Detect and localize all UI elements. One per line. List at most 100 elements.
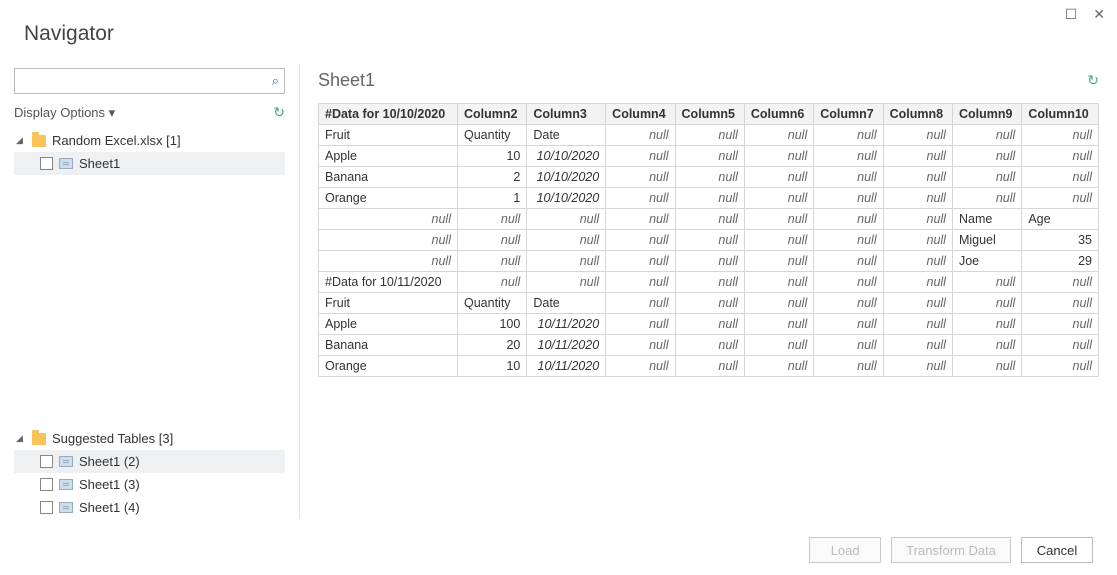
table-cell: 100 [457, 314, 526, 335]
table-cell: null [744, 293, 813, 314]
table-cell: null [814, 209, 883, 230]
display-options-dropdown[interactable]: Display Options ▾ [14, 105, 115, 121]
table-cell: null [814, 125, 883, 146]
table-cell: null [883, 188, 952, 209]
table-cell: null [814, 314, 883, 335]
table-cell: 10 [457, 356, 526, 377]
table-cell: null [883, 251, 952, 272]
table-row[interactable]: Banana2010/11/2020nullnullnullnullnullnu… [319, 335, 1099, 356]
folder-icon [32, 135, 46, 147]
maximize-icon[interactable]: ☐ [1065, 6, 1078, 23]
column-header[interactable]: Column8 [883, 104, 952, 125]
table-cell: null [952, 125, 1021, 146]
column-header[interactable]: Column7 [814, 104, 883, 125]
tree-item-label: Sheet1 [79, 156, 120, 171]
navigator-tree-panel: ⌕ Display Options ▾ ↻ ◢ Random Excel.xls… [0, 64, 300, 519]
tree-item[interactable]: Sheet1 (4) [14, 496, 285, 519]
table-cell: null [1022, 356, 1099, 377]
table-row[interactable]: Apple10010/11/2020nullnullnullnullnullnu… [319, 314, 1099, 335]
transform-data-button[interactable]: Transform Data [891, 537, 1011, 563]
table-cell: null [606, 146, 675, 167]
table-cell: 10/10/2020 [527, 146, 606, 167]
table-cell: null [883, 356, 952, 377]
table-cell: null [952, 335, 1021, 356]
table-row[interactable]: Orange1010/11/2020nullnullnullnullnullnu… [319, 356, 1099, 377]
table-row[interactable]: Orange110/10/2020nullnullnullnullnullnul… [319, 188, 1099, 209]
table-row[interactable]: FruitQuantityDatenullnullnullnullnullnul… [319, 125, 1099, 146]
table-cell: Fruit [319, 125, 458, 146]
table-row[interactable]: nullnullnullnullnullnullnullnullJoe29 [319, 251, 1099, 272]
table-row[interactable]: nullnullnullnullnullnullnullnullMiguel35 [319, 230, 1099, 251]
table-cell: null [952, 272, 1021, 293]
table-cell: null [1022, 272, 1099, 293]
table-cell: 1 [457, 188, 526, 209]
tree-group-file[interactable]: ◢ Random Excel.xlsx [1] [14, 129, 285, 152]
table-cell: null [606, 188, 675, 209]
table-cell: null [744, 335, 813, 356]
table-cell: null [744, 167, 813, 188]
checkbox[interactable] [40, 455, 53, 468]
cancel-button[interactable]: Cancel [1021, 537, 1093, 563]
column-header[interactable]: Column6 [744, 104, 813, 125]
table-cell: null [457, 272, 526, 293]
table-cell: null [675, 335, 744, 356]
table-cell: null [1022, 146, 1099, 167]
table-row[interactable]: Apple1010/10/2020nullnullnullnullnullnul… [319, 146, 1099, 167]
table-cell: null [606, 293, 675, 314]
column-header[interactable]: Column2 [457, 104, 526, 125]
column-header[interactable]: Column5 [675, 104, 744, 125]
table-cell: null [814, 356, 883, 377]
table-icon [59, 479, 73, 490]
column-header[interactable]: Column10 [1022, 104, 1099, 125]
table-cell: null [527, 209, 606, 230]
table-cell: null [883, 146, 952, 167]
table-cell: null [744, 188, 813, 209]
tree-item[interactable]: Sheet1 (3) [14, 473, 285, 496]
table-cell: null [319, 251, 458, 272]
tree-item-label: Sheet1 (3) [79, 477, 140, 492]
column-header[interactable]: #Data for 10/10/2020 [319, 104, 458, 125]
preview-refresh-icon[interactable]: ↻ [1087, 72, 1099, 89]
table-cell: null [952, 188, 1021, 209]
checkbox[interactable] [40, 478, 53, 491]
close-icon[interactable]: ✕ [1093, 6, 1105, 23]
table-row[interactable]: #Data for 10/11/2020nullnullnullnullnull… [319, 272, 1099, 293]
tree-item-label: Sheet1 (4) [79, 500, 140, 515]
table-cell: Orange [319, 188, 458, 209]
table-cell: null [814, 188, 883, 209]
table-cell: 20 [457, 335, 526, 356]
search-input[interactable] [14, 68, 285, 94]
table-cell: null [675, 293, 744, 314]
load-button[interactable]: Load [809, 537, 881, 563]
column-header[interactable]: Column4 [606, 104, 675, 125]
table-row[interactable]: Banana210/10/2020nullnullnullnullnullnul… [319, 167, 1099, 188]
table-cell: null [952, 356, 1021, 377]
table-cell: 2 [457, 167, 526, 188]
table-cell: null [606, 209, 675, 230]
page-title: Navigator [0, 0, 1117, 64]
table-cell: Date [527, 125, 606, 146]
table-cell: 35 [1022, 230, 1099, 251]
table-cell: null [1022, 314, 1099, 335]
table-cell: Quantity [457, 125, 526, 146]
tree-group-suggested[interactable]: ◢ Suggested Tables [3] [14, 427, 285, 450]
table-cell: 10/11/2020 [527, 314, 606, 335]
table-cell: null [814, 272, 883, 293]
refresh-icon[interactable]: ↻ [273, 104, 285, 121]
table-cell: Age [1022, 209, 1099, 230]
table-cell: null [1022, 125, 1099, 146]
checkbox[interactable] [40, 501, 53, 514]
table-row[interactable]: nullnullnullnullnullnullnullnullNameAge [319, 209, 1099, 230]
window-controls: ☐ ✕ [1065, 6, 1105, 23]
table-cell: null [814, 251, 883, 272]
table-cell: Miguel [952, 230, 1021, 251]
checkbox[interactable] [40, 157, 53, 170]
table-cell: null [744, 356, 813, 377]
column-header[interactable]: Column3 [527, 104, 606, 125]
tree-item[interactable]: Sheet1 [14, 152, 285, 175]
table-cell: null [675, 209, 744, 230]
tree-item[interactable]: Sheet1 (2) [14, 450, 285, 473]
table-row[interactable]: FruitQuantityDatenullnullnullnullnullnul… [319, 293, 1099, 314]
column-header[interactable]: Column9 [952, 104, 1021, 125]
table-cell: null [606, 335, 675, 356]
